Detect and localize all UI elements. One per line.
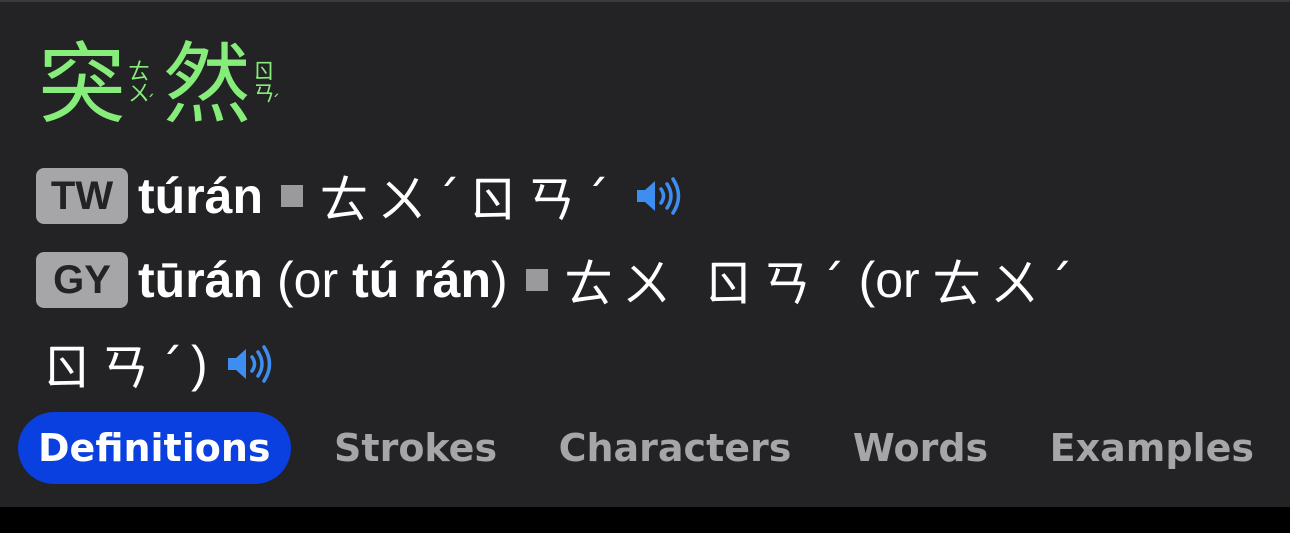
region-badge-tw: TW	[36, 168, 128, 224]
zhuyin-ruby: ㄖ ㄢ ˊ	[253, 62, 280, 114]
alt-bopomofo-line1: ㄊㄨˊ	[931, 255, 1081, 313]
tab-definitions[interactable]: Definitions	[18, 412, 291, 484]
alt-romanization: tú rán	[352, 252, 492, 308]
pronunciation-row-gy-continued: ㄖㄢˊ )	[42, 328, 274, 400]
speaker-icon[interactable]	[635, 176, 683, 216]
tab-characters[interactable]: Characters	[541, 412, 810, 484]
alt-bopomofo-close: )	[191, 336, 208, 392]
zhuyin-initial: ㄖ	[253, 60, 276, 85]
separator-square	[281, 185, 303, 207]
tab-bar: Definitions Strokes Characters Words Exa…	[18, 412, 1272, 484]
hanzi: 然	[163, 33, 252, 136]
headword-char-2[interactable]: 然 ㄖ ㄢ ˊ	[163, 32, 280, 138]
bopomofo: ㄊㄨ ㄖㄢˊ	[563, 255, 853, 313]
alt-bopomofo-line2: ㄖㄢˊ	[42, 339, 191, 397]
bopomofo: ㄊㄨˊㄖㄢˊ	[319, 171, 617, 229]
hanzi: 突	[38, 33, 127, 136]
alt-close: )	[491, 252, 508, 308]
pronunciation-row-gy: GY tūrán (or tú rán ) ㄊㄨ ㄖㄢˊ (or ㄊㄨˊ	[36, 244, 1081, 316]
tab-strokes[interactable]: Strokes	[316, 412, 515, 484]
zhuyin-initial: ㄊ	[128, 60, 151, 85]
separator-square	[525, 269, 548, 291]
alt-open: (or	[277, 252, 339, 308]
zhuyin-tone: ˊ	[271, 92, 281, 113]
romanization: túrán	[138, 168, 263, 224]
zhuyin-tone: ˊ	[146, 92, 156, 113]
tab-words[interactable]: Words	[835, 412, 1006, 484]
headword: 突 ㄊ ㄨ ˊ 然 ㄖ ㄢ ˊ	[38, 32, 288, 138]
romanization: tūrán	[138, 252, 263, 308]
region-badge-gy: GY	[36, 252, 128, 308]
zhuyin-ruby: ㄊ ㄨ ˊ	[128, 62, 155, 114]
tab-examples[interactable]: Examples	[1032, 412, 1272, 484]
headword-char-1[interactable]: 突 ㄊ ㄨ ˊ	[38, 32, 155, 138]
alt-bopomofo-open: (or	[858, 252, 920, 308]
pronunciation-row-tw: TW túrán ㄊㄨˊㄖㄢˊ	[36, 160, 683, 232]
speaker-icon[interactable]	[226, 344, 274, 384]
word-card: 突 ㄊ ㄨ ˊ 然 ㄖ ㄢ ˊ TW túrán ㄊㄨˊㄖㄢˊ GY tūrán…	[0, 0, 1290, 507]
